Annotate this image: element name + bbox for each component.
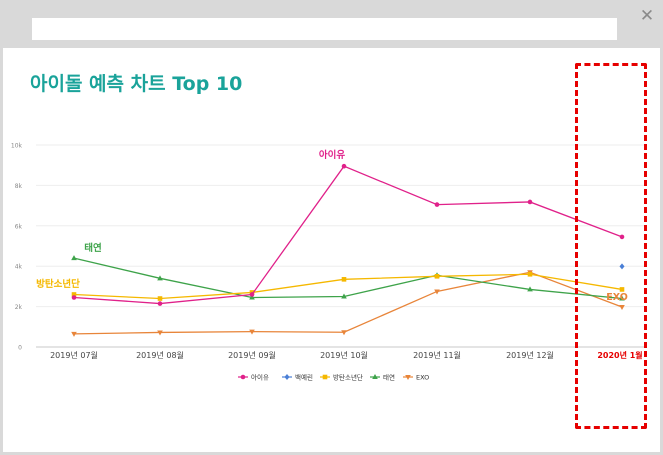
data-point (527, 271, 533, 277)
data-point (341, 163, 347, 169)
data-point (322, 374, 328, 380)
y-tick-label: 0 (18, 345, 22, 352)
x-tick-label: 2019년 07월 (50, 350, 98, 360)
data-point (240, 374, 246, 380)
data-point (71, 255, 77, 261)
data-point (157, 301, 163, 306)
legend-label: EXO (416, 373, 429, 381)
x-tick-label: 2019년 09월 (228, 350, 276, 360)
data-point (341, 277, 347, 282)
y-tick-label: 10k (11, 143, 23, 150)
y-tick-label: 4k (15, 264, 23, 271)
data-point (157, 296, 163, 301)
series-line (73, 257, 623, 300)
data-point (71, 295, 77, 300)
x-tick-label: 2019년 08월 (136, 350, 184, 360)
series-label: 아이유 (319, 149, 345, 161)
highlight-box (575, 63, 647, 429)
data-point (434, 202, 440, 207)
series-label: 태연 (84, 242, 101, 254)
data-point (284, 374, 290, 380)
data-point (527, 199, 533, 205)
series-line (73, 165, 623, 305)
legend-label: 백예린 (295, 372, 313, 381)
data-point (249, 292, 255, 297)
x-tick-label: 2019년 11월 (413, 350, 461, 360)
data-point (434, 274, 440, 279)
legend-label: 아이유 (251, 372, 269, 381)
y-tick-label: 8k (15, 183, 23, 190)
legend-label: 방탄소년단 (333, 372, 363, 381)
x-tick-label: 2019년 12월 (506, 350, 554, 360)
legend-label: 태연 (383, 373, 395, 381)
y-tick-label: 2k (15, 304, 23, 311)
y-tick-label: 6k (15, 223, 23, 230)
series-label: 방탄소년단 (36, 278, 80, 290)
line-chart: 0 2k 4k 6k 8k 10k 2019년 07월 2019년 08월 2019년 09월 2… (11, 143, 645, 381)
x-tick-label: 2019년 10월 (320, 350, 368, 360)
